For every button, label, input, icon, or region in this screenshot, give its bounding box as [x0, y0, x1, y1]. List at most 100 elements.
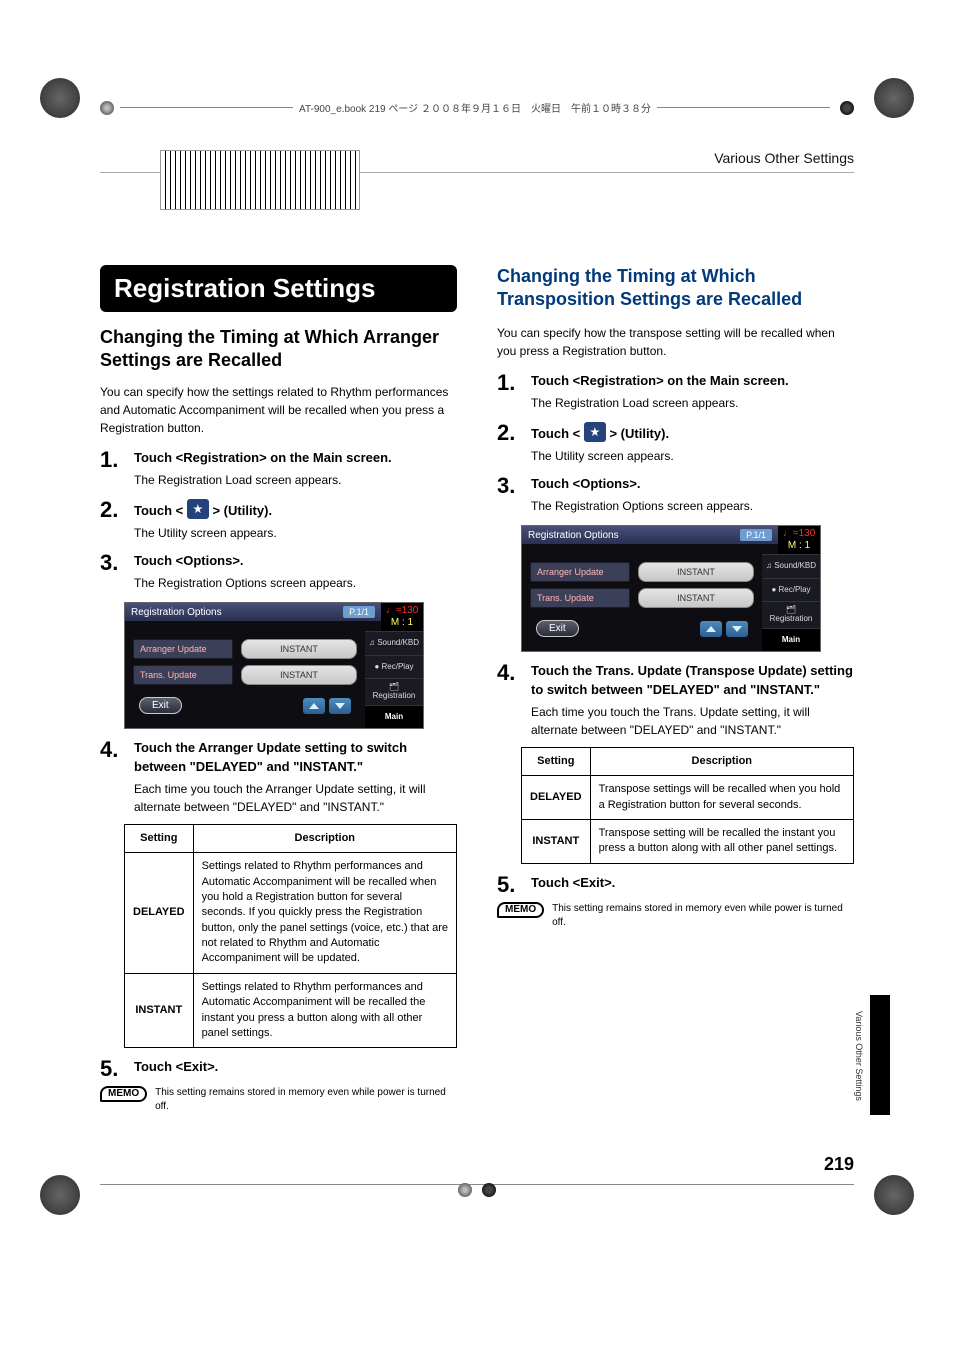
ss-side-sound[interactable]: ♫ Sound/KBD [365, 631, 423, 654]
print-header-text: AT-900_e.book 219 ページ ２００８年９月１６日 火曜日 午前１… [299, 100, 651, 115]
intro-text: You can specify how the settings related… [100, 383, 457, 437]
ss-side-registration[interactable]: 🗂 Registration [762, 601, 820, 628]
print-header: AT-900_e.book 219 ページ ２００８年９月１６日 火曜日 午前１… [100, 100, 854, 115]
step-number: 4. [497, 662, 521, 738]
setting-desc: Transpose settings will be recalled when… [590, 776, 853, 820]
utility-icon [584, 422, 606, 442]
step-3: 3. Touch <Options>. The Registration Opt… [497, 475, 854, 515]
ui-screenshot: Registration Options P.1/1 ♩=130 M : 1 A [124, 602, 424, 729]
ss-side-recplay[interactable]: ● Rec/Play [762, 578, 820, 601]
step-desc: The Registration Load screen appears. [134, 471, 457, 489]
step-title: Touch the Arranger Update setting to swi… [134, 739, 457, 775]
print-corner-icon [40, 78, 80, 118]
ss-page-pill: P.1/1 [740, 529, 772, 541]
step-desc: The Utility screen appears. [531, 447, 854, 465]
ss-down-arrow-icon[interactable] [329, 698, 351, 714]
ss-option-value[interactable]: INSTANT [638, 562, 754, 582]
table-row: DELAYED Settings related to Rhythm perfo… [125, 853, 457, 974]
ss-option-key[interactable]: Trans. Update [133, 665, 233, 685]
step-number: 1. [100, 449, 124, 489]
subsection-title: Changing the Timing at Which Arranger Se… [100, 326, 457, 373]
memo-badge-icon: MEMO [100, 1086, 147, 1102]
step-5: 5. Touch <Exit>. [100, 1058, 457, 1080]
print-corner-icon [874, 78, 914, 118]
ss-option-value[interactable]: INSTANT [241, 665, 357, 685]
setting-name: DELAYED [125, 853, 194, 974]
ss-side-registration[interactable]: 🗂 Registration [365, 678, 423, 705]
left-column: Registration Settings Changing the Timin… [100, 265, 457, 1114]
table-row: INSTANT Transpose setting will be recall… [522, 819, 854, 863]
memo-badge-icon: MEMO [497, 902, 544, 918]
intro-text: You can specify how the transpose settin… [497, 324, 854, 360]
step-desc: The Registration Load screen appears. [531, 394, 854, 412]
settings-table: Setting Description DELAYED Transpose se… [521, 747, 854, 864]
setting-name: DELAYED [522, 776, 591, 820]
setting-desc: Settings related to Rhythm performances … [193, 853, 456, 974]
chapter-tab-icon [870, 995, 890, 1115]
ss-exit-button[interactable]: Exit [139, 697, 182, 714]
ss-title: Registration Options [528, 530, 619, 541]
ss-down-arrow-icon[interactable] [726, 621, 748, 637]
ss-tempo: ♩=130 M : 1 [778, 526, 820, 554]
ss-side-sound[interactable]: ♫ Sound/KBD [762, 554, 820, 577]
step-number: 4. [100, 739, 124, 815]
step-title: Touch <Exit>. [134, 1058, 457, 1076]
ss-option-key[interactable]: Trans. Update [530, 588, 630, 608]
ss-up-arrow-icon[interactable] [700, 621, 722, 637]
step-4: 4. Touch the Trans. Update (Transpose Up… [497, 662, 854, 738]
ss-side-main[interactable]: Main [762, 628, 820, 651]
page-number: 219 [100, 1154, 854, 1175]
ss-option-value[interactable]: INSTANT [638, 588, 754, 608]
step-number: 2. [497, 422, 521, 465]
step-number: 3. [100, 552, 124, 592]
step-title: Touch <Registration> on the Main screen. [531, 372, 854, 390]
step-title: Touch <Registration> on the Main screen. [134, 449, 457, 467]
step-number: 1. [497, 372, 521, 412]
step-desc: The Registration Options screen appears. [531, 497, 854, 515]
ss-option-key[interactable]: Arranger Update [530, 562, 630, 582]
step-title: Touch < > (Utility). [531, 422, 854, 443]
step-1: 1. Touch <Registration> on the Main scre… [497, 372, 854, 412]
right-column: Changing the Timing at Which Transpositi… [497, 265, 854, 1114]
setting-desc: Settings related to Rhythm performances … [193, 973, 456, 1048]
subsection-title: Changing the Timing at Which Transpositi… [497, 265, 854, 312]
step-desc: The Utility screen appears. [134, 524, 457, 542]
step-3: 3. Touch <Options>. The Registration Opt… [100, 552, 457, 592]
step-title: Touch the Trans. Update (Transpose Updat… [531, 662, 854, 698]
step-desc: The Registration Options screen appears. [134, 574, 457, 592]
chapter-tab-label: Various Other Settings [854, 1011, 864, 1101]
step-4: 4. Touch the Arranger Update setting to … [100, 739, 457, 815]
utility-icon [187, 499, 209, 519]
ss-page-pill: P.1/1 [343, 606, 375, 618]
print-registration-mark [458, 1183, 496, 1197]
step-number: 5. [497, 874, 521, 896]
step-desc: Each time you touch the Trans. Update se… [531, 703, 854, 739]
memo-text: This setting remains stored in memory ev… [155, 1086, 457, 1114]
step-desc: Each time you touch the Arranger Update … [134, 780, 457, 816]
ss-option-value[interactable]: INSTANT [241, 639, 357, 659]
ss-up-arrow-icon[interactable] [303, 698, 325, 714]
table-header: Description [590, 747, 853, 775]
section-title: Registration Settings [100, 265, 457, 312]
ss-exit-button[interactable]: Exit [536, 620, 579, 637]
step-2: 2. Touch < > (Utility). The Utility scre… [100, 499, 457, 542]
step-number: 2. [100, 499, 124, 542]
step-title: Touch <Options>. [134, 552, 457, 570]
settings-table: Setting Description DELAYED Settings rel… [124, 824, 457, 1049]
table-header: Setting [125, 824, 194, 852]
ss-side-recplay[interactable]: ● Rec/Play [365, 655, 423, 678]
step-number: 3. [497, 475, 521, 515]
ss-option-key[interactable]: Arranger Update [133, 639, 233, 659]
ss-side-main[interactable]: Main [365, 705, 423, 728]
step-5: 5. Touch <Exit>. [497, 874, 854, 896]
memo-text: This setting remains stored in memory ev… [552, 902, 854, 930]
memo-note: MEMO This setting remains stored in memo… [497, 902, 854, 930]
table-header: Description [193, 824, 456, 852]
table-row: DELAYED Transpose settings will be recal… [522, 776, 854, 820]
ui-screenshot: Registration Options P.1/1 ♩=130 M : 1 A [521, 525, 821, 652]
setting-name: INSTANT [522, 819, 591, 863]
keyboard-thumbnail-icon [160, 150, 360, 210]
step-number: 5. [100, 1058, 124, 1080]
step-1: 1. Touch <Registration> on the Main scre… [100, 449, 457, 489]
step-title: Touch < > (Utility). [134, 499, 457, 520]
